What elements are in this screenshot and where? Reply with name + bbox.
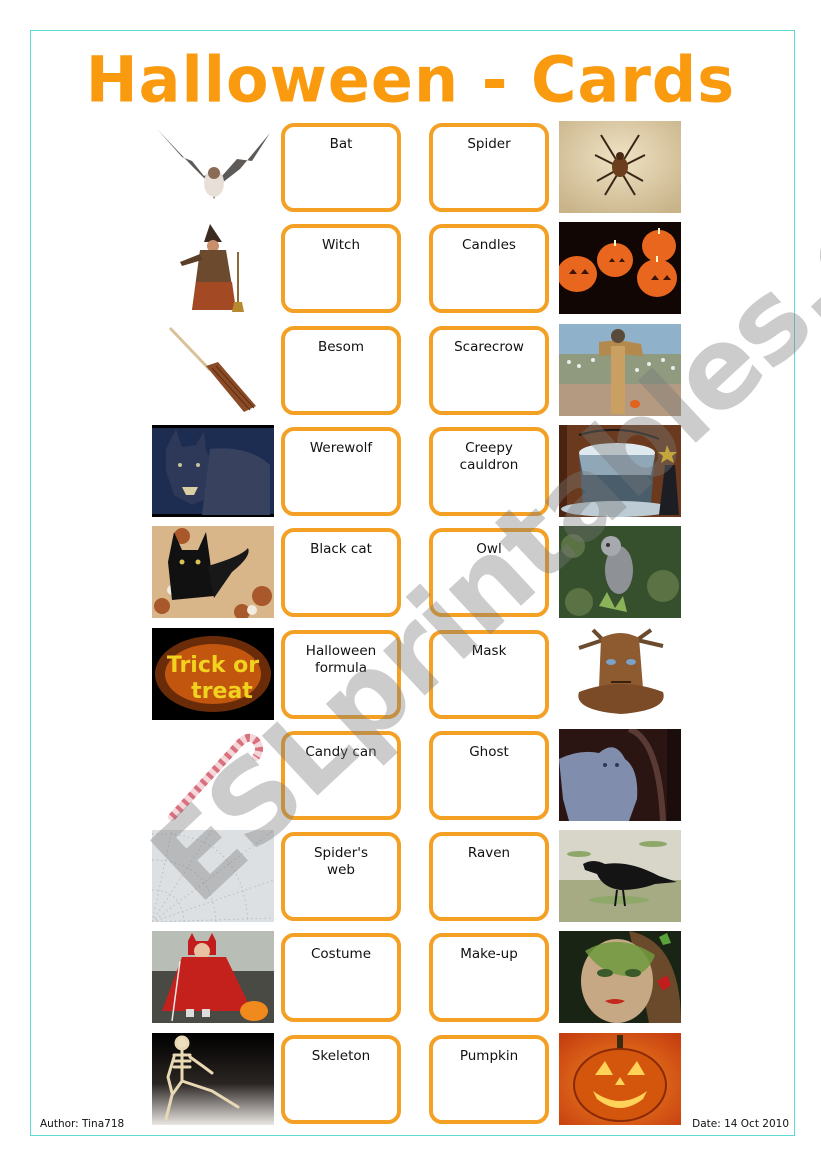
card-label: Candy can (305, 743, 377, 760)
word-card: Raven (429, 832, 549, 922)
word-card: Spider's web (281, 832, 401, 922)
pumpkin-candles-picture (559, 222, 681, 315)
devil-costume-picture (152, 931, 274, 1024)
word-card: Pumpkin (429, 1034, 549, 1124)
card-label: Spider (467, 136, 511, 152)
card-label: Raven (467, 845, 511, 862)
card-label: Creepy cauldron (459, 439, 519, 473)
page-title: Halloween - Cards (85, 42, 736, 117)
card-label: Werewolf (309, 439, 373, 456)
word-card: Make-up (429, 933, 549, 1023)
card-label: Make-up (460, 946, 518, 963)
card-label: Witch (321, 237, 361, 254)
card-label: Owl (476, 541, 502, 558)
word-card: Halloween formula (281, 629, 401, 719)
word-card: Besom (281, 325, 401, 415)
word-card: Bat (281, 123, 401, 212)
card-label: Spider's web (313, 845, 369, 879)
card-label: Pumpkin (459, 1047, 519, 1064)
word-card: Mask (429, 629, 549, 719)
cauldron-picture (559, 424, 681, 517)
card-label: Ghost (469, 743, 509, 760)
word-card: Scarecrow (429, 325, 549, 415)
candy-cane-picture (152, 728, 274, 821)
word-card: Werewolf (281, 426, 401, 516)
black-cat-picture (152, 526, 274, 619)
ghost-picture (559, 728, 681, 821)
skeleton-picture (152, 1032, 274, 1125)
author-credit: Author: Tina718 (40, 1118, 125, 1130)
card-row: Werewolf Creepy cauldron (0, 424, 821, 526)
card-row: Candy can Ghost (0, 728, 821, 830)
card-row: Trick or treat Halloween formula Mask (0, 627, 821, 729)
card-row: Besom Scarecrow (0, 323, 821, 425)
card-row: Witch Candles (0, 222, 821, 323)
raven-picture (559, 830, 681, 923)
owl-picture (559, 526, 681, 619)
witch-picture (152, 222, 274, 315)
word-card: Ghost (429, 730, 549, 820)
card-row: Bat Spider (0, 121, 821, 222)
word-card: Candles (429, 224, 549, 314)
card-label: Costume (310, 946, 372, 963)
word-card: Candy can (281, 730, 401, 820)
scarecrow-picture (559, 323, 681, 416)
date-stamp: Date: 14 Oct 2010 (692, 1118, 789, 1130)
werewolf-picture (152, 424, 274, 517)
word-card: Spider (429, 123, 549, 212)
card-row: Black cat Owl (0, 526, 821, 627)
word-card: Skeleton (281, 1034, 401, 1124)
card-label: Besom (317, 338, 364, 355)
spider-picture (559, 121, 681, 213)
broom-picture (152, 323, 274, 416)
card-label: Halloween formula (305, 642, 377, 676)
card-row: Costume Make-up (0, 931, 821, 1032)
tree-mask-picture (559, 627, 681, 720)
card-label: Candles (462, 237, 516, 254)
word-card: Creepy cauldron (429, 426, 549, 516)
trick-or-treat-picture: Trick or treat (152, 627, 274, 720)
trick-or-treat-text: Trick or (167, 653, 259, 678)
makeup-face-picture (559, 931, 681, 1024)
word-card: Witch (281, 224, 401, 314)
card-label: Black cat (310, 541, 372, 558)
word-card: Owl (429, 528, 549, 618)
card-label: Skeleton (311, 1047, 371, 1064)
card-label: Mask (471, 642, 507, 659)
card-row: Spider's web Raven (0, 830, 821, 931)
word-card: Black cat (281, 528, 401, 618)
bat-picture (152, 121, 274, 213)
jack-o-lantern-picture (559, 1032, 681, 1125)
card-label: Scarecrow (454, 338, 524, 355)
word-card: Costume (281, 933, 401, 1023)
trick-or-treat-text: treat (191, 679, 253, 704)
card-label: Bat (329, 136, 353, 152)
spider-web-picture (152, 830, 274, 923)
